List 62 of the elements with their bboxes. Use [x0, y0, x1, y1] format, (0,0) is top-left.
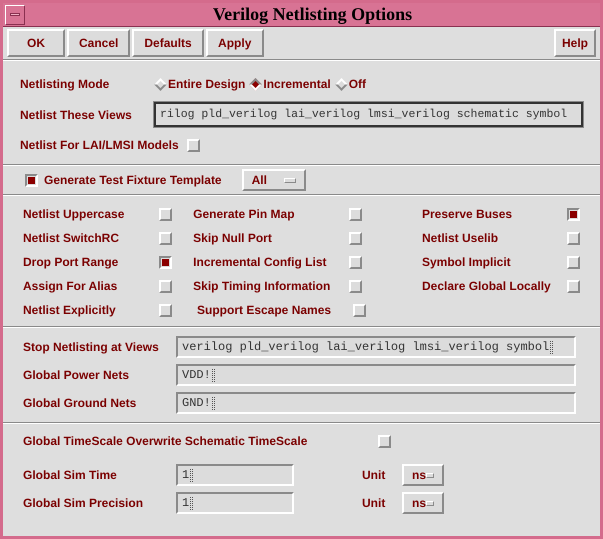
field-label: Preserve Buses	[422, 206, 514, 223]
field-value: VDD!	[182, 367, 211, 384]
text-field[interactable]: 1	[176, 464, 294, 486]
text-cursor-icon	[212, 368, 215, 382]
text-field[interactable]: VDD!	[176, 364, 576, 386]
text-field[interactable]: verilog pld_verilog lai_verilog lmsi_verilog symbol	[176, 336, 576, 358]
field-label: Global Ground Nets	[23, 395, 138, 412]
field-value: rilog pld_verilog lai_verilog lmsi_verilog schematic symbol	[160, 106, 568, 123]
radio-option[interactable]: Incremental	[251, 75, 331, 93]
field-label: Symbol Implicit	[422, 254, 512, 271]
field-label: Netlist Explicitly	[23, 302, 117, 319]
window-title: Verilog Netlisting Options	[212, 3, 414, 26]
field-label: Declare Global Locally	[422, 278, 552, 295]
radio-option[interactable]: Entire Design	[156, 75, 246, 93]
field-label: Netlist Uselib	[422, 230, 500, 247]
field-value: 1	[182, 467, 190, 484]
field-label: Support Escape Names	[197, 302, 332, 319]
dropdown-button[interactable]: ns	[402, 464, 444, 486]
field-label: Global Power Nets	[23, 367, 130, 384]
dialog-button[interactable]: OK	[7, 29, 65, 57]
field-label: Generate Test Fixture Template	[44, 172, 222, 189]
field-value: 1	[182, 495, 190, 512]
dropdown-bar-icon	[284, 178, 296, 182]
field-label: Netlist For LAI/LMSI Models	[20, 137, 179, 154]
field-label: Drop Port Range	[23, 254, 120, 271]
field-label: Netlist SwitchRC	[23, 230, 120, 247]
dropdown-bar-icon	[426, 500, 434, 506]
checkbox[interactable]	[567, 208, 580, 220]
dialog-button[interactable]: Apply	[206, 29, 264, 57]
field-label: Stop Netlisting at Views	[23, 339, 160, 356]
field-label: Global Sim Time	[23, 467, 118, 484]
field-value: verilog pld_verilog lai_verilog lmsi_verilog symbol	[182, 339, 550, 356]
text-field[interactable]: GND!	[176, 392, 576, 414]
checkbox[interactable]	[159, 256, 172, 268]
field-value: GND!	[182, 395, 211, 412]
text-field[interactable]: rilog pld_verilog lai_verilog lmsi_verilog schematic symbol	[154, 102, 583, 127]
field-label: Global Sim Precision	[23, 495, 144, 512]
field-label: Netlisting Mode	[20, 76, 110, 93]
field-label: Global TimeScale Overwrite Schematic TimeScale	[23, 433, 308, 450]
field-label: Generate Pin Map	[193, 206, 296, 223]
field-label: Unit	[362, 467, 386, 484]
window-menu-button-icon[interactable]	[5, 4, 25, 24]
text-field[interactable]: 1	[176, 492, 294, 514]
field-label: Assign For Alias	[23, 278, 118, 295]
radio-option[interactable]: Off	[336, 75, 366, 93]
text-cursor-icon	[212, 396, 215, 410]
help-button[interactable]: Help	[554, 29, 596, 57]
checkbox[interactable]	[25, 174, 38, 186]
dropdown-bar-icon	[426, 472, 434, 478]
field-label: Skip Timing Information	[193, 278, 332, 295]
field-label: Incremental Config List	[193, 254, 328, 271]
dropdown-button[interactable]: All	[242, 169, 306, 191]
dropdown-button[interactable]: ns	[402, 492, 444, 514]
field-label: Netlist Uppercase	[23, 206, 126, 223]
text-cursor-icon	[550, 340, 554, 354]
dialog-button[interactable]: Cancel	[67, 29, 130, 57]
field-label: Netlist These Views	[20, 106, 133, 124]
text-cursor-icon	[190, 496, 194, 510]
text-cursor-icon	[190, 468, 194, 482]
field-label: Unit	[362, 495, 386, 512]
field-label: Skip Null Port	[193, 230, 273, 247]
dialog-button[interactable]: Defaults	[132, 29, 204, 57]
